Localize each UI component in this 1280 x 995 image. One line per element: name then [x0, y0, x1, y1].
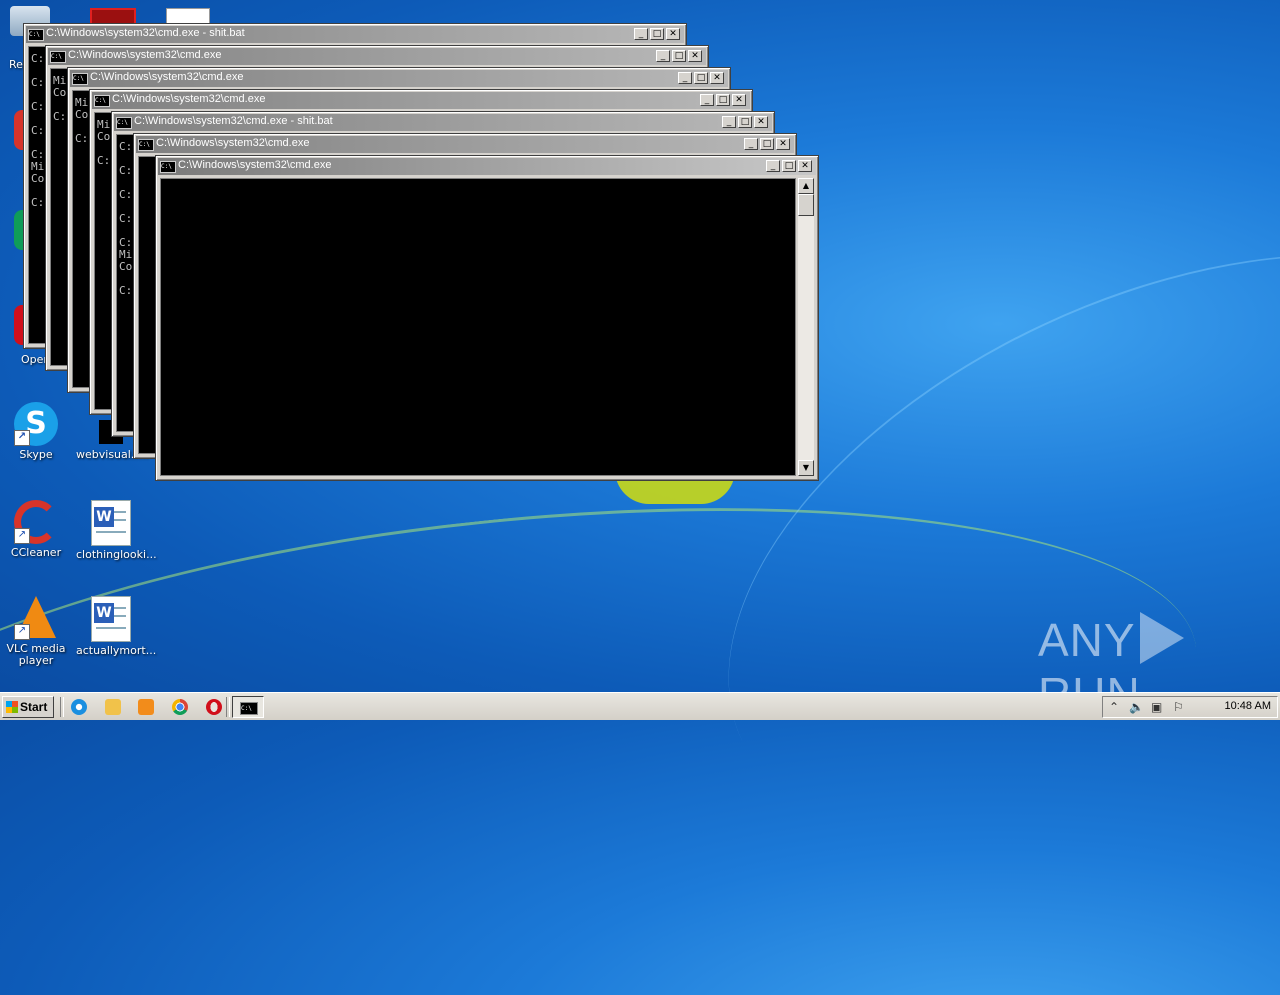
desktop-icon-label: Re: [9, 58, 23, 71]
desktop-icon-label: Oper: [21, 353, 48, 366]
desktop-icon-label: VLC media player: [6, 642, 66, 667]
desktop-icon-vlc[interactable]: ↗ VLC media player: [1, 596, 71, 667]
close-button[interactable]: ✕: [688, 50, 702, 62]
console-output[interactable]: [160, 178, 796, 476]
minimize-button[interactable]: _: [656, 50, 670, 62]
desktop-icon-label: CCleaner: [10, 546, 62, 559]
minimize-button[interactable]: _: [744, 138, 758, 150]
maximize-button[interactable]: □: [672, 50, 686, 62]
doc-line: [114, 615, 126, 617]
desktop-icon-ccleaner[interactable]: ↗ CCleaner: [1, 500, 71, 559]
clock[interactable]: 10:48 AM: [1225, 700, 1271, 712]
ie-icon[interactable]: [71, 699, 87, 715]
desktop-icon-label: Skype: [19, 448, 53, 461]
window-titlebar[interactable]: C:\ C:\Windows\system32\cmd.exe - shit.b…: [26, 26, 684, 43]
minimize-button[interactable]: _: [722, 116, 736, 128]
shortcut-arrow-icon: ↗: [14, 528, 30, 544]
doc-line: [114, 511, 126, 513]
maximize-button[interactable]: □: [738, 116, 752, 128]
word-document-icon: W: [91, 500, 131, 546]
vlc-icon: ↗: [14, 596, 58, 640]
close-button[interactable]: ✕: [798, 160, 812, 172]
minimize-button[interactable]: _: [678, 72, 692, 84]
maximize-button[interactable]: □: [694, 72, 708, 84]
close-button[interactable]: ✕: [710, 72, 724, 84]
maximize-button[interactable]: □: [716, 94, 730, 106]
skype-icon: S ↗: [14, 402, 58, 446]
start-button[interactable]: Start: [2, 696, 54, 718]
word-document-icon: W: [91, 596, 131, 642]
window-title: C:\Windows\system32\cmd.exe: [112, 93, 266, 105]
cmd-icon: C:\: [240, 702, 258, 715]
watermark-text-left: ANY: [1038, 614, 1136, 666]
taskbar: Start C:\ ⌃ 🔈 ▣ ⚐ 10:48 AM: [0, 692, 1280, 720]
maximize-button[interactable]: □: [760, 138, 774, 150]
network-icon[interactable]: ▣: [1151, 700, 1162, 714]
cmd-icon: C:\: [160, 161, 176, 173]
cmd-icon: C:\: [94, 95, 110, 107]
opera-icon[interactable]: [206, 699, 222, 715]
word-w-glyph: W: [94, 507, 114, 527]
window-titlebar[interactable]: C:\ C:\Windows\system32\cmd.exe _ □ ✕: [136, 136, 794, 153]
doc-line: [114, 607, 126, 609]
desktop-icon-skype[interactable]: S ↗ Skype: [1, 402, 71, 461]
window-titlebar[interactable]: C:\ C:\Windows\system32\cmd.exe _ □ ✕: [158, 158, 816, 175]
window-title: C:\Windows\system32\cmd.exe: [178, 159, 332, 171]
window-title: C:\Windows\system32\cmd.exe: [156, 137, 310, 149]
vertical-scrollbar[interactable]: ▲ ▼: [798, 178, 814, 476]
maximize-button[interactable]: □: [650, 28, 664, 40]
close-button[interactable]: ✕: [776, 138, 790, 150]
ccleaner-icon: ↗: [14, 500, 58, 544]
word-w-glyph: W: [94, 603, 114, 623]
cmd-icon: C:\: [72, 73, 88, 85]
system-tray: ⌃ 🔈 ▣ ⚐ 10:48 AM: [1102, 696, 1278, 718]
taskbar-separator: [226, 697, 230, 717]
window-title: C:\Windows\system32\cmd.exe - shit.bat: [134, 115, 333, 127]
media-player-icon[interactable]: [138, 699, 154, 715]
cmd-icon: C:\: [138, 139, 154, 151]
shortcut-arrow-icon: ↗: [14, 624, 30, 640]
window-titlebar[interactable]: C:\ C:\Windows\system32\cmd.exe _ □ ✕: [48, 48, 706, 65]
console-text: [161, 179, 795, 185]
window-titlebar[interactable]: C:\ C:\Windows\system32\cmd.exe _ □ ✕: [70, 70, 728, 87]
doc-line: [96, 531, 126, 533]
maximize-button[interactable]: □: [782, 160, 796, 172]
action-center-flag-icon[interactable]: ⚐: [1173, 700, 1184, 714]
window-title: C:\Windows\system32\cmd.exe - shit.bat: [46, 27, 245, 39]
taskbar-cmd-button[interactable]: C:\: [232, 696, 264, 718]
taskbar-separator: [60, 697, 64, 717]
doc-line: [96, 627, 126, 629]
close-button[interactable]: ✕: [666, 28, 680, 40]
volume-icon[interactable]: 🔈: [1129, 700, 1144, 714]
minimize-button[interactable]: _: [700, 94, 714, 106]
desktop-icon-actuallymort[interactable]: W actuallymort...: [76, 596, 157, 657]
show-hidden-icons-icon[interactable]: ⌃: [1109, 700, 1119, 714]
window-title: C:\Windows\system32\cmd.exe: [90, 71, 244, 83]
cmd-icon: C:\: [50, 51, 66, 63]
cmd-window-active[interactable]: C:\ C:\Windows\system32\cmd.exe _ □ ✕ ▲ …: [155, 155, 819, 481]
scroll-up-arrow[interactable]: ▲: [798, 178, 814, 194]
desktop-icon-label: actuallymort...: [76, 644, 157, 657]
window-title: C:\Windows\system32\cmd.exe: [68, 49, 222, 61]
minimize-button[interactable]: _: [634, 28, 648, 40]
desktop-icon-clothinglooki[interactable]: W clothinglooki...: [76, 500, 157, 561]
window-titlebar[interactable]: C:\ C:\Windows\system32\cmd.exe - shit.b…: [114, 114, 772, 131]
minimize-button[interactable]: _: [766, 160, 780, 172]
scroll-down-arrow[interactable]: ▼: [798, 460, 814, 476]
close-button[interactable]: ✕: [732, 94, 746, 106]
chrome-icon[interactable]: [172, 699, 188, 715]
desktop-icon-label: clothinglooki...: [76, 548, 157, 561]
cmd-icon: C:\: [28, 29, 44, 41]
folder-icon[interactable]: [105, 699, 121, 715]
shortcut-arrow-icon: ↗: [14, 430, 30, 446]
scroll-thumb[interactable]: [798, 194, 814, 216]
close-button[interactable]: ✕: [754, 116, 768, 128]
doc-line: [114, 519, 126, 521]
start-label: Start: [20, 700, 48, 714]
cmd-icon: C:\: [116, 117, 132, 129]
window-titlebar[interactable]: C:\ C:\Windows\system32\cmd.exe _ □ ✕: [92, 92, 750, 109]
windows-logo-icon: [6, 701, 18, 713]
play-icon: [1139, 612, 1184, 664]
